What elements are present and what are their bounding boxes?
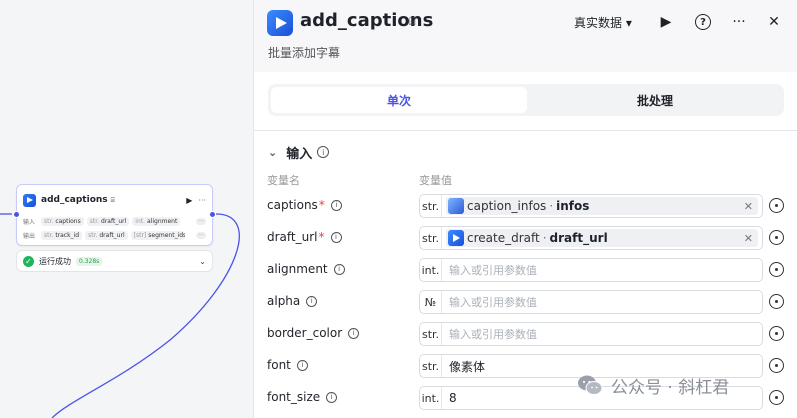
- info-icon[interactable]: i: [326, 391, 338, 403]
- variable-picker-icon[interactable]: [769, 358, 784, 373]
- panel-header: add_captions ⌸ 批量添加字幕 真实数据 ▾ ▶ ? ··· ✕: [254, 0, 797, 72]
- more-icon[interactable]: ···: [727, 10, 751, 34]
- plugin-badge-icon: ⌸: [409, 15, 416, 28]
- param-name: alpha i: [267, 294, 318, 308]
- create-draft-icon: [448, 230, 464, 246]
- param-name: font_size i: [267, 390, 338, 404]
- run-node-icon[interactable]: ▶: [186, 196, 192, 205]
- node-input-label: 输入: [23, 218, 36, 226]
- variable-picker-icon[interactable]: [769, 390, 784, 405]
- tab-single[interactable]: 单次: [271, 87, 527, 113]
- type-badge: str.: [420, 195, 442, 217]
- variable-picker-icon[interactable]: [769, 230, 784, 245]
- param-value-field[interactable]: str. create_draft · draft_url ✕: [419, 226, 763, 250]
- plugin-logo-icon: [23, 193, 36, 207]
- node-output-chip: str. draft_url: [85, 230, 128, 240]
- status-time-badge: 0.328s: [76, 256, 103, 266]
- caption-plugin-icon: [448, 198, 464, 214]
- mode-tabs: 单次 批处理: [268, 84, 784, 116]
- info-icon[interactable]: i: [333, 263, 345, 275]
- param-value-field[interactable]: int. 输入或引用参数值: [419, 258, 763, 282]
- variable-picker-icon[interactable]: [769, 326, 784, 341]
- param-row-draft-url: draft_url * i str. create_draft · draft_ur…: [254, 226, 797, 250]
- input-section-header[interactable]: ⌄ 输入 i: [268, 143, 330, 162]
- panel-description: 批量添加字幕: [268, 46, 341, 60]
- input-port[interactable]: [13, 211, 20, 218]
- type-badge: №: [420, 291, 442, 313]
- wechat-icon: [578, 375, 603, 395]
- variable-picker-icon[interactable]: [769, 262, 784, 277]
- info-icon[interactable]: i: [330, 231, 342, 243]
- data-mode-select[interactable]: 真实数据 ▾: [574, 14, 632, 31]
- param-placeholder: 输入或引用参数值: [449, 328, 537, 341]
- more-params-icon[interactable]: ···: [196, 231, 206, 239]
- param-row-alpha: alpha i № 输入或引用参数值: [254, 290, 797, 314]
- info-icon[interactable]: i: [348, 327, 360, 339]
- info-icon[interactable]: i: [306, 295, 318, 307]
- node-inputs-row: 输入 str. captions str. draft_url int. alignm…: [23, 215, 206, 227]
- close-icon[interactable]: ✕: [762, 10, 786, 34]
- column-header-value: 变量值: [419, 174, 452, 187]
- param-name: draft_url * i: [267, 230, 342, 244]
- workflow-canvas[interactable]: add_captions ⌸ ▶ ··· 输入 str. captions str…: [0, 0, 253, 418]
- plugin-logo-icon: [267, 10, 293, 36]
- info-icon[interactable]: i: [330, 199, 342, 211]
- tab-batch[interactable]: 批处理: [529, 87, 781, 113]
- type-badge: str.: [420, 227, 442, 249]
- node-more-icon[interactable]: ···: [198, 196, 206, 205]
- param-name: border_color i: [267, 326, 360, 340]
- variable-picker-icon[interactable]: [769, 294, 784, 309]
- param-value-field[interactable]: str. 输入或引用参数值: [419, 322, 763, 346]
- info-icon[interactable]: i: [317, 146, 330, 158]
- node-title: add_captions: [41, 195, 108, 205]
- node-input-chip: str. captions: [41, 216, 84, 226]
- column-header-name: 变量名: [267, 174, 300, 187]
- node-input-chip: str. draft_url: [86, 216, 130, 226]
- info-icon[interactable]: i: [296, 359, 308, 371]
- plugin-badge-icon: ⌸: [110, 195, 115, 204]
- type-badge: int.: [420, 387, 442, 409]
- type-badge: str.: [420, 323, 442, 345]
- param-value-field[interactable]: № 输入或引用参数值: [419, 290, 763, 314]
- chevron-down-icon[interactable]: ⌄: [268, 146, 277, 159]
- output-port[interactable]: [209, 211, 216, 218]
- clear-icon[interactable]: ✕: [744, 200, 753, 213]
- divider: [254, 130, 797, 131]
- node-input-chip: int. alignment: [132, 216, 181, 226]
- watermark-text: 公众号 · 斜杠君: [611, 377, 730, 398]
- node-output-chip: [str] segment_ids: [130, 230, 185, 240]
- clear-icon[interactable]: ✕: [744, 232, 753, 245]
- param-value-field[interactable]: str. caption_infos · infos ✕: [419, 194, 763, 218]
- node-output-label: 输出: [23, 232, 36, 240]
- watermark: 公众号 · 斜杠君: [577, 372, 729, 398]
- param-row-alignment: alignment i int. 输入或引用参数值: [254, 258, 797, 282]
- success-check-icon: ✓: [23, 255, 34, 267]
- reference-tag[interactable]: caption_infos · infos ✕: [446, 197, 758, 215]
- node-config-panel: add_captions ⌸ 批量添加字幕 真实数据 ▾ ▶ ? ··· ✕ 单…: [253, 0, 797, 418]
- param-row-captions: captions * i str. caption_infos · infos ✕: [254, 194, 797, 218]
- param-value: 8: [449, 391, 457, 405]
- type-badge: int.: [420, 259, 442, 281]
- node-output-chip: str. track_id: [41, 230, 83, 240]
- status-text: 运行成功: [39, 256, 71, 266]
- run-status-bar[interactable]: ✓ 运行成功 0.328s ⌄: [16, 250, 213, 272]
- param-name: alignment i: [267, 262, 345, 276]
- more-params-icon[interactable]: ···: [196, 217, 206, 225]
- reference-tag[interactable]: create_draft · draft_url ✕: [446, 229, 758, 247]
- section-title: 输入: [286, 146, 313, 162]
- param-name: captions * i: [267, 198, 342, 212]
- variable-picker-icon[interactable]: [769, 198, 784, 213]
- type-badge: str.: [420, 355, 442, 377]
- help-icon[interactable]: ?: [691, 10, 715, 34]
- node-outputs-row: 输出 str. track_id str. draft_url [str] segme…: [23, 229, 206, 241]
- param-placeholder: 输入或引用参数值: [449, 296, 537, 309]
- run-icon[interactable]: ▶: [654, 10, 678, 34]
- chevron-down-icon[interactable]: ⌄: [199, 257, 206, 266]
- add-captions-node[interactable]: add_captions ⌸ ▶ ··· 输入 str. captions str…: [13, 184, 216, 246]
- param-value: 像素体: [449, 359, 486, 374]
- param-row-border-color: border_color i str. 输入或引用参数值: [254, 322, 797, 346]
- param-name: font i: [267, 358, 308, 372]
- param-placeholder: 输入或引用参数值: [449, 264, 537, 277]
